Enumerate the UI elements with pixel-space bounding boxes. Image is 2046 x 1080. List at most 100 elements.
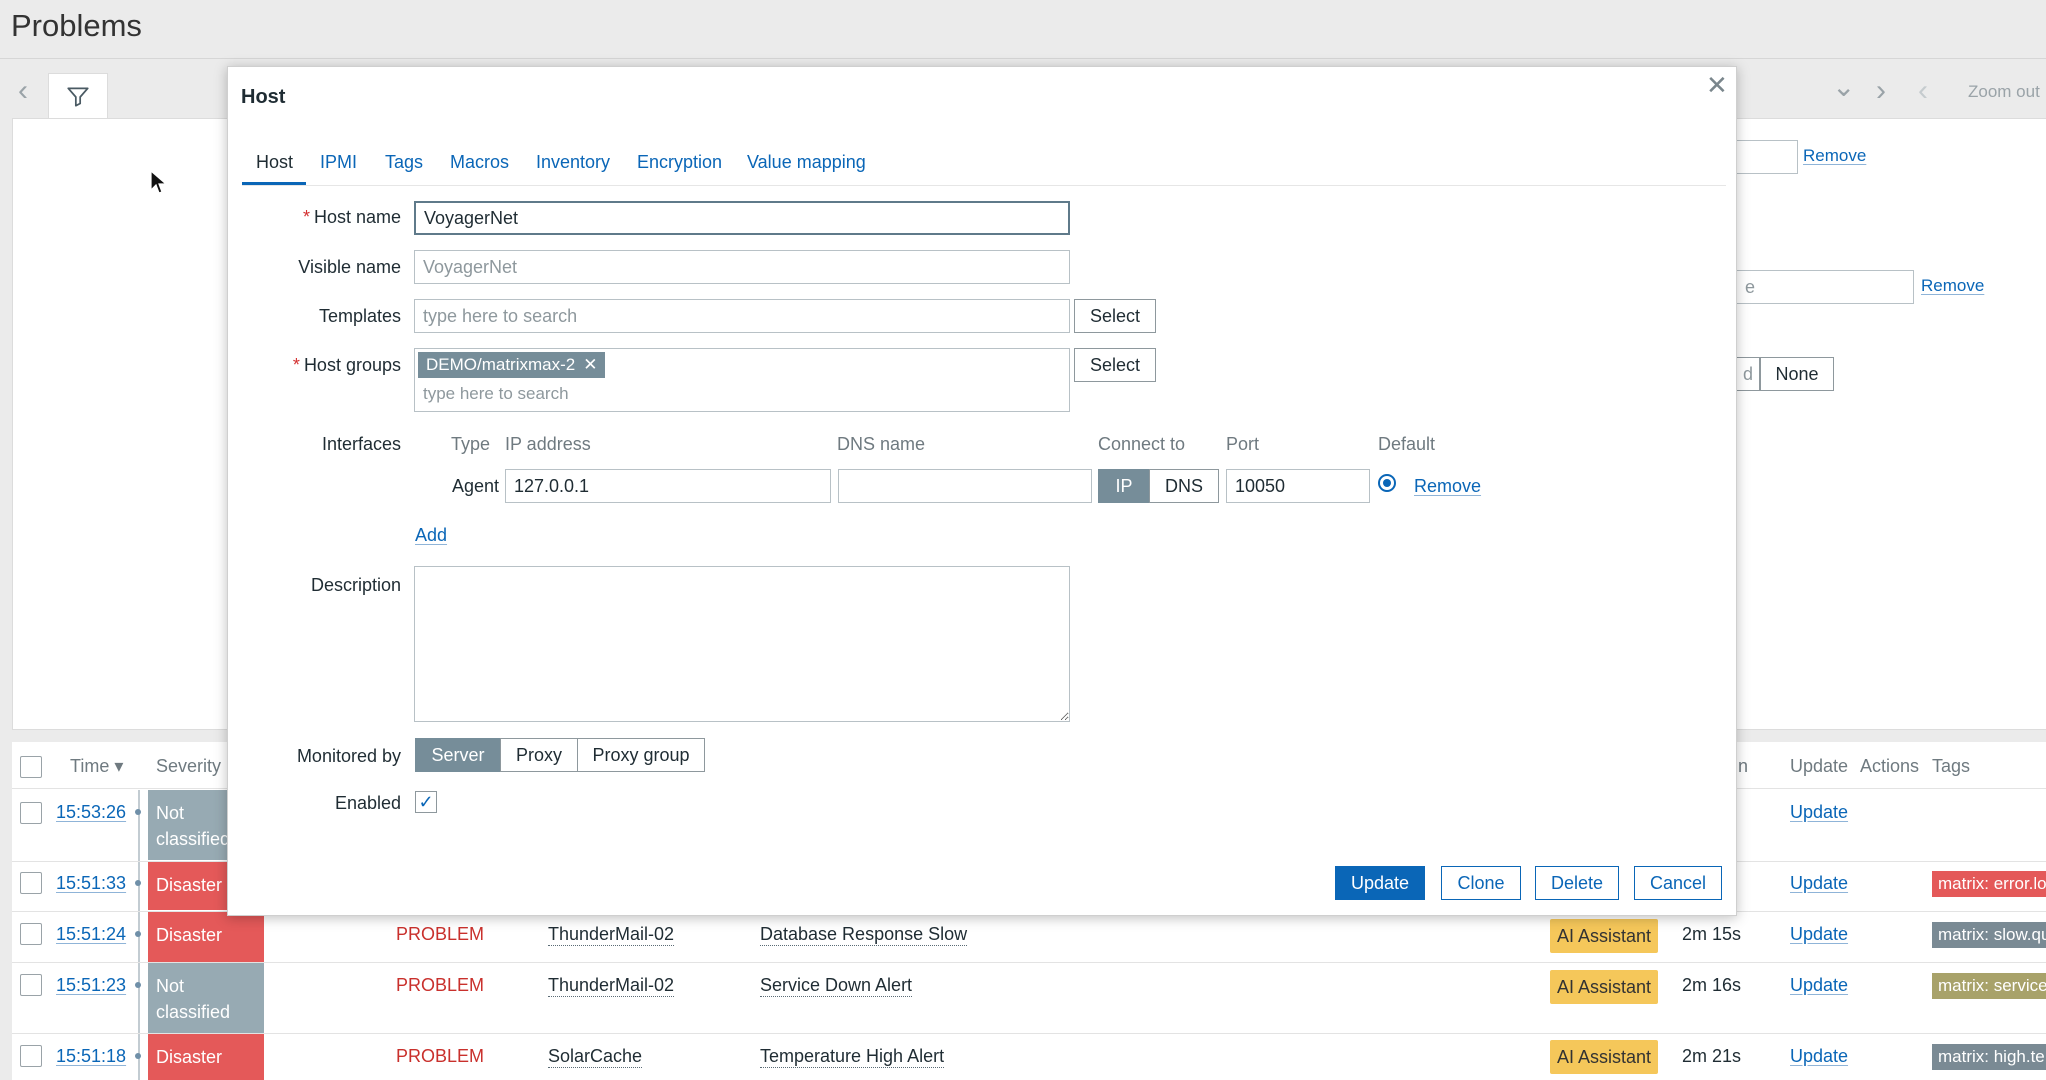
row-update-link[interactable]: Update bbox=[1790, 975, 1848, 996]
chevron-left-icon[interactable]: ‹ bbox=[1918, 74, 1928, 108]
ai-assistant-badge[interactable]: AI Assistant bbox=[1550, 970, 1658, 1004]
interface-port-input[interactable] bbox=[1226, 469, 1370, 503]
select-all-checkbox[interactable] bbox=[20, 756, 42, 778]
tab-ipmi[interactable]: IPMI bbox=[320, 152, 357, 173]
check-icon: ✓ bbox=[418, 792, 434, 812]
enabled-checkbox[interactable]: ✓ bbox=[415, 791, 437, 813]
host-group-chip[interactable]: DEMO/matrixmax-2 ✕ bbox=[418, 352, 606, 378]
row-time[interactable]: 15:51:33 bbox=[56, 873, 126, 894]
row-tag[interactable]: matrix: error.lo bbox=[1932, 871, 2046, 897]
close-icon[interactable]: ✕ bbox=[1706, 70, 1728, 101]
interface-add-link[interactable]: Add bbox=[415, 525, 447, 546]
row-tag[interactable]: matrix: service bbox=[1932, 973, 2046, 999]
row-time[interactable]: 15:51:23 bbox=[56, 975, 126, 996]
close-icon[interactable]: ✕ bbox=[583, 355, 597, 374]
interface-dns-header: DNS name bbox=[837, 434, 926, 454]
column-header-time[interactable]: Time ▾ bbox=[70, 756, 123, 777]
tab-macros[interactable]: Macros bbox=[450, 152, 509, 173]
interface-connect-header: Connect to bbox=[1098, 434, 1186, 454]
tab-host[interactable]: Host bbox=[256, 152, 293, 173]
filter-icon bbox=[67, 87, 89, 107]
host-name-input[interactable] bbox=[414, 201, 1070, 235]
clone-button[interactable]: Clone bbox=[1441, 866, 1521, 900]
delete-button[interactable]: Delete bbox=[1535, 866, 1619, 900]
connect-ip-button[interactable]: IP bbox=[1098, 469, 1150, 503]
tab-value-mapping[interactable]: Value mapping bbox=[747, 152, 866, 173]
column-header-severity[interactable]: Severity bbox=[156, 756, 221, 777]
host-groups-search-placeholder[interactable]: type here to search bbox=[423, 384, 569, 404]
templates-search-input[interactable] bbox=[414, 299, 1070, 333]
column-header-actions: Actions bbox=[1860, 756, 1920, 776]
row-host[interactable]: SolarCache bbox=[548, 1046, 643, 1068]
filter-remove-link[interactable]: Remove bbox=[1921, 276, 1984, 296]
row-duration: 2m 16s bbox=[1682, 975, 1742, 995]
interface-type-agent: Agent bbox=[452, 476, 500, 496]
ai-assistant-badge[interactable]: AI Assistant bbox=[1550, 1040, 1658, 1074]
connect-dns-button[interactable]: DNS bbox=[1149, 469, 1219, 503]
interface-ip-input[interactable] bbox=[505, 469, 831, 503]
row-checkbox[interactable] bbox=[20, 974, 42, 996]
row-problem[interactable]: Database Response Slow bbox=[760, 924, 968, 946]
row-problem[interactable]: Service Down Alert bbox=[760, 975, 913, 997]
interface-type-header: Type bbox=[451, 434, 491, 454]
host-groups-select-button[interactable]: Select bbox=[1074, 348, 1156, 382]
filter-segment[interactable]: d bbox=[1736, 357, 1760, 391]
chevron-left-icon[interactable]: ‹ bbox=[18, 74, 28, 108]
row-time[interactable]: 15:51:24 bbox=[56, 924, 126, 945]
row-update-link[interactable]: Update bbox=[1790, 924, 1848, 945]
host-groups-label: * Host groups bbox=[292, 355, 401, 375]
modal-title: Host bbox=[241, 86, 286, 108]
monitored-by-proxy-group[interactable]: Proxy group bbox=[577, 738, 705, 772]
tab-inventory[interactable]: Inventory bbox=[536, 152, 610, 173]
row-checkbox[interactable] bbox=[20, 802, 42, 824]
tab-tags[interactable]: Tags bbox=[385, 152, 423, 173]
interfaces-label: Interfaces bbox=[321, 434, 401, 454]
row-time[interactable]: 15:53:26 bbox=[56, 802, 126, 823]
row-host[interactable]: ThunderMail-02 bbox=[548, 975, 675, 997]
row-tag[interactable]: matrix: slow.qu bbox=[1932, 922, 2046, 948]
filter-remove-link[interactable]: Remove bbox=[1803, 146, 1866, 166]
severity-cell: Disaster bbox=[148, 1034, 264, 1080]
filter-none-button[interactable]: None bbox=[1760, 357, 1834, 391]
zoom-out-button[interactable]: Zoom out bbox=[1968, 82, 2040, 102]
filter-tab[interactable] bbox=[48, 73, 108, 120]
chevron-down-icon[interactable]: ⌄ bbox=[1832, 70, 1855, 103]
update-button[interactable]: Update bbox=[1335, 866, 1425, 900]
column-header-update: Update bbox=[1790, 756, 1849, 776]
timeline-dot bbox=[135, 931, 141, 937]
description-textarea[interactable] bbox=[414, 566, 1070, 722]
row-status: PROBLEM bbox=[396, 924, 485, 944]
row-time[interactable]: 15:51:18 bbox=[56, 1046, 126, 1067]
chevron-right-icon[interactable]: › bbox=[1876, 74, 1886, 108]
timeline-dot bbox=[135, 1053, 141, 1059]
row-problem[interactable]: Temperature High Alert bbox=[760, 1046, 945, 1068]
timeline-dot bbox=[135, 982, 141, 988]
row-update-link[interactable]: Update bbox=[1790, 873, 1848, 894]
monitored-by-server[interactable]: Server bbox=[415, 738, 501, 772]
row-tag[interactable]: matrix: high.te bbox=[1932, 1044, 2046, 1070]
row-checkbox[interactable] bbox=[20, 1045, 42, 1067]
row-checkbox[interactable] bbox=[20, 872, 42, 894]
interface-remove-link[interactable]: Remove bbox=[1414, 476, 1481, 497]
interface-dns-input[interactable] bbox=[838, 469, 1092, 503]
visible-name-input[interactable] bbox=[414, 250, 1070, 284]
ai-assistant-badge[interactable]: AI Assistant bbox=[1550, 919, 1658, 953]
enabled-label: Enabled bbox=[334, 793, 401, 813]
row-status: PROBLEM bbox=[396, 1046, 485, 1066]
row-checkbox[interactable] bbox=[20, 923, 42, 945]
host-name-label: * Host name bbox=[302, 207, 401, 227]
page-title: Problems bbox=[11, 8, 142, 43]
monitored-by-proxy[interactable]: Proxy bbox=[500, 738, 578, 772]
cancel-button[interactable]: Cancel bbox=[1634, 866, 1722, 900]
templates-select-button[interactable]: Select bbox=[1074, 299, 1156, 333]
tab-divider bbox=[242, 185, 1726, 186]
row-update-link[interactable]: Update bbox=[1790, 1046, 1848, 1067]
tab-encryption[interactable]: Encryption bbox=[637, 152, 722, 173]
host-group-chip-label: DEMO/matrixmax-2 bbox=[426, 355, 576, 374]
radio-selected-dot bbox=[1383, 479, 1391, 487]
filter-input[interactable] bbox=[1736, 140, 1798, 174]
interface-default-header: Default bbox=[1378, 434, 1436, 454]
row-update-link[interactable]: Update bbox=[1790, 802, 1848, 823]
row-host[interactable]: ThunderMail-02 bbox=[548, 924, 675, 946]
filter-input[interactable]: e bbox=[1736, 270, 1914, 304]
